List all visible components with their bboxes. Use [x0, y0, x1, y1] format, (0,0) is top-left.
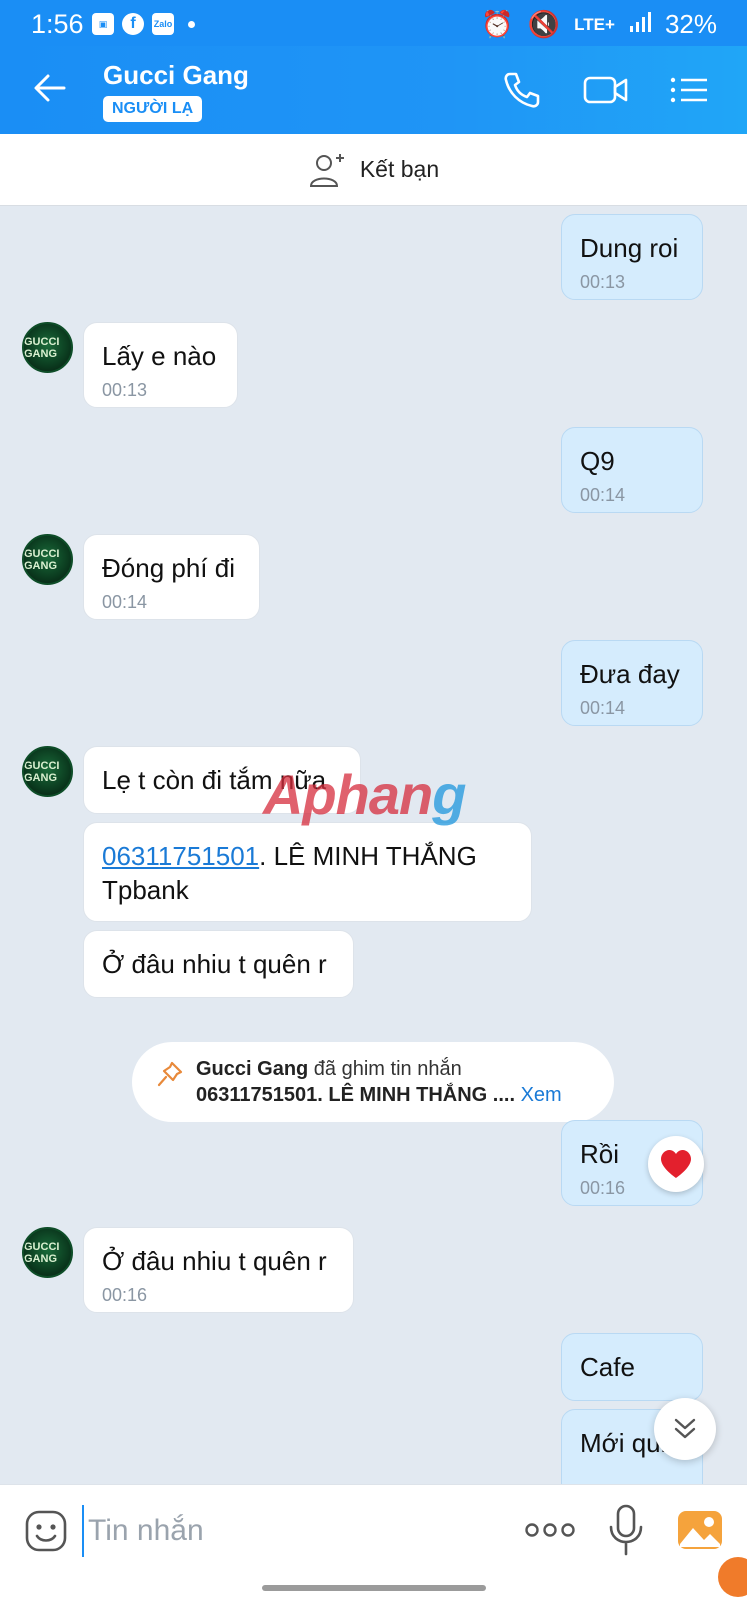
- stranger-badge: NGƯỜI LẠ: [103, 96, 203, 122]
- image-notification-icon: ▣: [92, 13, 114, 35]
- more-notifications-dot: [188, 20, 195, 28]
- message-text: Lấy e nào: [102, 341, 217, 371]
- avatar[interactable]: GUCCI GANG: [22, 746, 73, 797]
- message-text: Cafe: [580, 1352, 635, 1382]
- more-icon[interactable]: [524, 1515, 576, 1545]
- network-type: LTE+: [574, 14, 615, 34]
- pinned-action: đã ghim tin nhắn: [308, 1058, 462, 1080]
- menu-list-icon[interactable]: [669, 68, 709, 112]
- message-text: Ở đâu nhiu t quên r: [102, 1246, 327, 1276]
- pinned-sender: Gucci Gang: [196, 1058, 309, 1080]
- message-text: Q9: [580, 446, 615, 476]
- message-time: 00:13: [102, 380, 148, 400]
- message-bubble-out[interactable]: Dung roi 00:13: [561, 214, 703, 300]
- message-bubble-in[interactable]: Đóng phí đi 00:14: [83, 534, 260, 620]
- quick-action-button[interactable]: [718, 1557, 747, 1597]
- account-number-link[interactable]: 06311751501: [102, 841, 259, 871]
- avatar-text: GUCCI GANG: [24, 1240, 60, 1265]
- phone-icon[interactable]: [500, 68, 544, 112]
- emoji-icon[interactable]: [24, 1509, 68, 1553]
- back-arrow-icon[interactable]: [28, 66, 72, 110]
- heart-icon: [661, 1150, 691, 1178]
- avatar-text: GUCCI GANG: [24, 547, 60, 572]
- message-time: 00:14: [580, 698, 626, 718]
- message-time: 00:13: [580, 272, 626, 292]
- watermark-logo: Aphang: [263, 763, 466, 826]
- view-pinned-link[interactable]: Xem: [521, 1084, 562, 1106]
- pin-icon: [157, 1061, 183, 1087]
- contact-name[interactable]: Gucci Gang: [103, 60, 249, 91]
- message-bubble-out[interactable]: Cafe: [561, 1333, 703, 1401]
- message-bubble-in[interactable]: 06311751501. LÊ MINH THẮNG Tpbank: [83, 822, 532, 922]
- avatar[interactable]: GUCCI GANG: [22, 534, 73, 585]
- message-text: Dung roi: [580, 233, 679, 263]
- notification-icons: ▣ f Zalo: [92, 13, 195, 35]
- pinned-line-1: Gucci Gang đã ghim tin nhắn: [196, 1056, 592, 1082]
- scroll-down-icon: [674, 1418, 696, 1439]
- message-bubble-in[interactable]: Ở đâu nhiu t quên r: [83, 930, 354, 998]
- mute-icon: 🔇: [527, 9, 561, 39]
- message-list[interactable]: Dung roi 00:13 GUCCI GANG Lấy e nào 00:1…: [0, 206, 747, 1484]
- chat-header: Gucci Gang NGƯỜI LẠ: [0, 46, 747, 134]
- message-input-bar: [0, 1484, 747, 1600]
- navigation-bar-handle[interactable]: [262, 1585, 486, 1591]
- status-time: 1:56: [31, 9, 84, 39]
- message-text: Đóng phí đi: [102, 553, 235, 583]
- avatar[interactable]: GUCCI GANG: [22, 1227, 73, 1278]
- message-bubble-out[interactable]: Q9 00:14: [561, 427, 703, 513]
- zalo-notification-icon: Zalo: [152, 13, 174, 35]
- battery-percent: 32%: [664, 9, 717, 39]
- message-text: . LÊ MINH THẮNG: [259, 841, 477, 871]
- message-text: Ở đâu nhiu t quên r: [102, 949, 327, 979]
- pinned-message-notice[interactable]: Gucci Gang đã ghim tin nhắn 06311751501.…: [132, 1042, 614, 1122]
- signal-icon: [629, 9, 651, 40]
- pinned-line-2: 06311751501. LÊ MINH THẮNG .... Xem: [196, 1082, 592, 1108]
- status-bar: 1:56 ▣ f Zalo ⏰ 🔇 LTE+ 32%: [0, 0, 747, 46]
- add-friend-icon: [309, 153, 344, 187]
- avatar-text: GUCCI GANG: [24, 759, 60, 784]
- message-text-line2: Tpbank: [102, 875, 189, 905]
- add-friend-button[interactable]: Kết bạn: [0, 134, 747, 206]
- microphone-icon[interactable]: [606, 1503, 646, 1557]
- avatar[interactable]: GUCCI GANG: [22, 322, 73, 373]
- message-bubble-in[interactable]: Ở đâu nhiu t quên r 00:16: [83, 1227, 354, 1313]
- message-time: 00:14: [580, 485, 626, 505]
- add-friend-label: Kết bạn: [359, 156, 440, 182]
- avatar-text: GUCCI GANG: [24, 335, 60, 360]
- heart-reaction[interactable]: [648, 1136, 704, 1192]
- gallery-icon[interactable]: [676, 1507, 724, 1553]
- system-icons: ⏰ 🔇 LTE+ 32%: [481, 9, 717, 40]
- message-input[interactable]: [82, 1505, 502, 1557]
- pinned-content: 06311751501. LÊ MINH THẮNG ....: [196, 1084, 516, 1106]
- message-text: Rồi: [580, 1139, 620, 1169]
- message-time: 00:14: [102, 592, 148, 612]
- message-text: Đưa đay: [580, 659, 680, 689]
- message-time: 00:16: [102, 1285, 148, 1305]
- scroll-down-button[interactable]: [654, 1398, 716, 1460]
- message-bubble-in[interactable]: Lấy e nào 00:13: [83, 322, 238, 408]
- facebook-notification-icon: f: [122, 13, 144, 35]
- message-bubble-out[interactable]: Đưa đay 00:14: [561, 640, 703, 726]
- alarm-icon: ⏰: [481, 9, 514, 39]
- video-call-icon[interactable]: [583, 68, 629, 112]
